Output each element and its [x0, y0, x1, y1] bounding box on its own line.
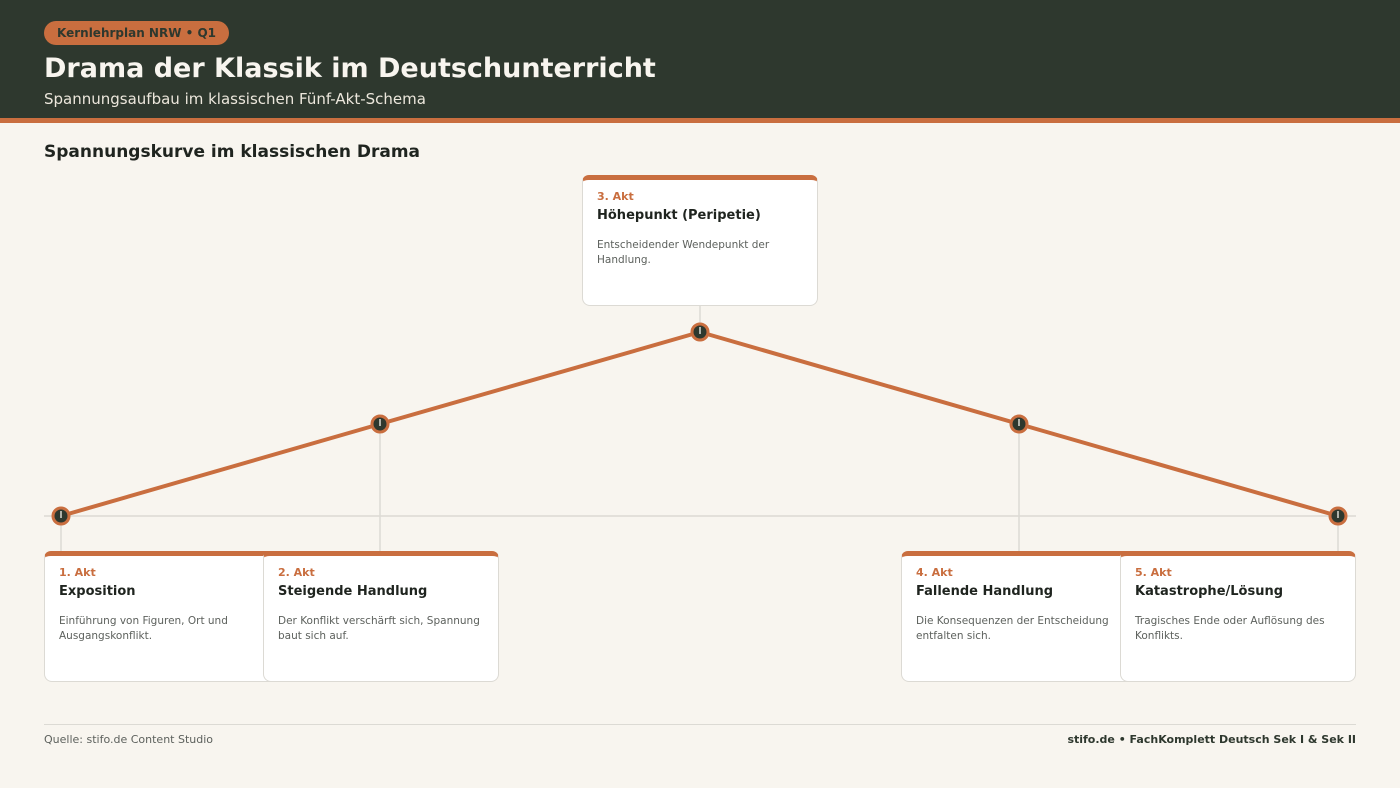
act-card-2: 2. Akt Steigende Handlung Der Konflikt v…: [263, 551, 499, 682]
tension-line: [60, 330, 1339, 518]
act-number: 1. Akt: [59, 566, 96, 579]
act-number: 2. Akt: [278, 566, 315, 579]
footer-source: Quelle: stifo.de Content Studio: [44, 733, 214, 746]
act-description: Einführung von Figuren, Ort und Ausgangs…: [59, 615, 228, 642]
act-card-5: 5. Akt Katastrophe/Lösung Tragisches End…: [1120, 551, 1356, 682]
act-card-3: 3. Akt Höhepunkt (Peripetie) Entscheiden…: [582, 175, 818, 306]
act-name: Fallende Handlung: [916, 584, 1054, 599]
act-name: Höhepunkt (Peripetie): [597, 208, 761, 223]
act-card-1: 1. Akt Exposition Einführung von Figuren…: [44, 551, 280, 682]
act-name: Katastrophe/Lösung: [1135, 584, 1284, 599]
act-description: Die Konsequenzen der Entscheidung entfal…: [916, 615, 1109, 642]
footer-divider: [44, 724, 1356, 725]
act-name: Steigende Handlung: [278, 584, 428, 599]
act-number: 4. Akt: [916, 566, 953, 579]
act-number: 5. Akt: [1135, 566, 1172, 579]
footer-brand: stifo.de • FachKomplett Deutsch Sek I & …: [1067, 733, 1356, 746]
act-name: Exposition: [59, 584, 136, 599]
act-description: Tragisches Ende oder Auflösung des Konfl…: [1135, 615, 1325, 642]
act-description: Der Konflikt verschärft sich, Spannung b…: [278, 615, 480, 642]
act-number: 3. Akt: [597, 190, 634, 203]
act-card-4: 4. Akt Fallende Handlung Die Konsequenze…: [901, 551, 1137, 682]
act-description: Entscheidender Wendepunkt der Handlung.: [597, 239, 770, 266]
